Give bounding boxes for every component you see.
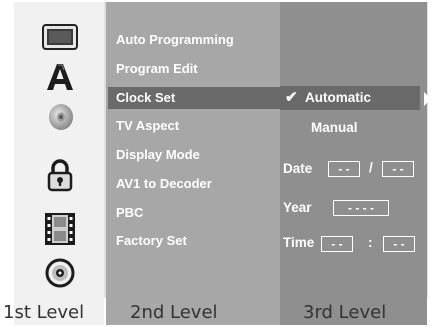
film-icon[interactable] — [34, 212, 86, 246]
menu-item-display-mode[interactable]: Display Mode — [108, 144, 276, 166]
checkmark-icon: ✔ — [285, 89, 298, 106]
letter-a-icon[interactable] — [34, 60, 86, 94]
first-level-caption: 1st Level — [3, 302, 85, 323]
lock-icon[interactable] — [34, 158, 86, 192]
time-hour-field[interactable]: - - — [321, 236, 353, 252]
date-separator: / — [369, 160, 373, 175]
disc-icon[interactable] — [34, 256, 86, 290]
menu-item-clock-set[interactable]: Clock Set — [108, 87, 284, 109]
manual-option[interactable]: Manual — [311, 120, 358, 135]
third-level-caption: 3rd Level — [303, 302, 387, 323]
right-arrow-icon — [424, 92, 431, 106]
time-label: Time — [283, 235, 315, 250]
menu-item-program-edit[interactable]: Program Edit — [108, 58, 276, 80]
speaker-disc-icon[interactable] — [34, 100, 86, 134]
tv-icon[interactable] — [34, 20, 86, 54]
second-level-caption: 2nd Level — [130, 302, 218, 323]
menu-item-tv-aspect[interactable]: TV Aspect — [108, 115, 276, 137]
time-minute-field[interactable]: - - — [383, 236, 415, 252]
menu-item-av1-to-decoder[interactable]: AV1 to Decoder — [108, 173, 276, 195]
menu-item-auto-programming[interactable]: Auto Programming — [108, 29, 276, 51]
date-month-field[interactable]: - - — [382, 161, 414, 177]
year-label: Year — [283, 200, 312, 215]
menu-item-pbc[interactable]: PBC — [108, 202, 276, 224]
automatic-option[interactable]: Automatic — [305, 90, 371, 105]
menu-item-factory-set[interactable]: Factory Set — [108, 230, 276, 252]
date-label: Date — [283, 161, 313, 176]
time-separator: : — [368, 235, 373, 250]
date-day-field[interactable]: - - — [328, 161, 360, 177]
year-field[interactable]: - - - - — [333, 200, 389, 216]
